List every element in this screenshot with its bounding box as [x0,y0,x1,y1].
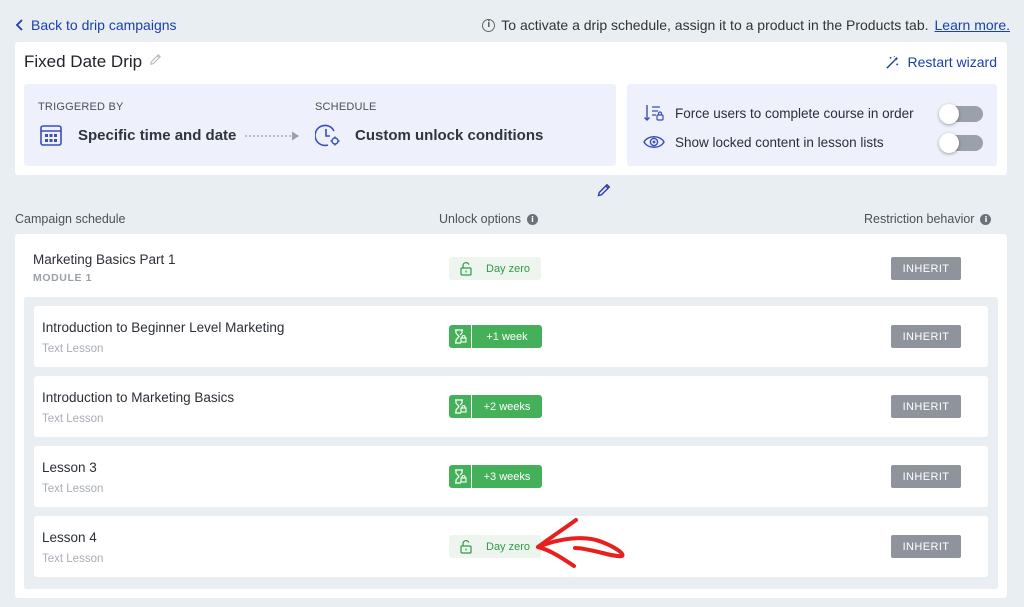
column-header-restriction: Restriction behavior i [864,212,992,226]
schedule-value: Custom unlock conditions [315,122,543,148]
lesson-row: Lesson 3 Text Lesson +3 weeks INHERIT [34,446,988,507]
module-unlock-label: Day zero [486,262,531,275]
column-header-unlock: Unlock options i [439,212,538,226]
sort-order-icon [644,105,664,121]
clock-settings-icon [315,124,340,147]
lesson-unlock-label: +1 week [472,325,542,348]
lesson-type: Text Lesson [42,553,104,565]
triggered-by-text: Specific time and date [78,126,237,144]
hourglass-lock-icon [455,399,467,414]
back-to-campaigns-link[interactable]: Back to drip campaigns [15,17,177,33]
lesson-unlock-delay[interactable]: +2 weeks [449,395,542,418]
lesson-title: Lesson 3 [42,460,97,475]
module-subtitle: MODULE 1 [33,272,93,284]
info-icon: i [482,18,496,32]
calendar-icon [40,125,62,146]
force-order-toggle[interactable] [939,104,983,124]
campaign-toggles-panel: Force users to complete course in order … [627,84,997,166]
chevron-left-icon [15,19,23,31]
lesson-unlock-label: Day zero [486,540,531,553]
toggle-label-force-order: Force users to complete course in order [675,105,914,121]
toggle-row-force-order: Force users to complete course in order [643,103,914,123]
lesson-row: Lesson 4 Text Lesson Day zero INHERIT [34,516,988,577]
info-note: i To activate a drip schedule, assign it… [482,17,1010,33]
annotation-arrow-icon [536,518,625,568]
info-text: To activate a drip schedule, assign it t… [501,17,929,33]
lesson-title: Introduction to Marketing Basics [42,390,235,405]
module-title: Marketing Basics Part 1 [33,252,176,267]
lesson-row: Introduction to Marketing Basics Text Le… [34,376,988,437]
lesson-list: Introduction to Beginner Level Marketing… [24,297,998,589]
module-unlock-day-zero[interactable]: Day zero [449,257,541,280]
lesson-type: Text Lesson [42,483,104,495]
toggle-row-show-locked: Show locked content in lesson lists [643,132,884,152]
lesson-row: Introduction to Beginner Level Marketing… [34,306,988,367]
campaign-schedule-table: Marketing Basics Part 1 MODULE 1 Day zer… [15,234,1007,598]
schedule-text: Custom unlock conditions [355,126,544,144]
edit-title-icon[interactable] [148,52,163,72]
module-row: Marketing Basics Part 1 MODULE 1 Day zer… [15,234,1007,297]
restart-wizard-button[interactable]: Restart wizard [885,54,997,70]
lesson-title: Lesson 4 [42,530,97,545]
toggle-label-show-locked: Show locked content in lesson lists [675,134,884,150]
title-row: Fixed Date Drip [24,52,163,72]
triggered-by-value: Specific time and date [38,122,236,148]
lesson-unlock-label: +2 weeks [472,395,542,418]
lesson-title: Introduction to Beginner Level Marketing [42,320,285,335]
eye-icon [643,136,665,148]
hourglass-lock-icon [455,469,467,484]
hourglass-lock-icon [455,329,467,344]
restriction-info-icon[interactable]: i [980,213,992,225]
back-link-label: Back to drip campaigns [31,17,177,33]
flow-arrow-icon [245,129,301,147]
module-inherit-button[interactable]: INHERIT [891,257,961,280]
schedule-label: SCHEDULE [315,101,377,113]
lesson-inherit-button[interactable]: INHERIT [891,535,961,558]
lesson-unlock-delay[interactable]: +3 weeks [449,465,542,488]
lesson-type: Text Lesson [42,343,104,355]
lesson-inherit-button[interactable]: INHERIT [891,325,961,348]
campaign-schedule-heading: Campaign schedule [15,212,126,226]
column-header-campaign: Campaign schedule [15,212,126,226]
lesson-unlock-day-zero[interactable]: Day zero [449,535,541,558]
unlock-icon [460,539,472,554]
trigger-summary-panel: TRIGGERED BY Specific time and date SCHE… [24,84,616,197]
show-locked-toggle[interactable] [939,133,983,153]
triggered-by-label: TRIGGERED BY [38,101,124,113]
top-bar: Back to drip campaigns i To activate a d… [15,14,1010,36]
page-title: Fixed Date Drip [24,52,143,71]
unlock-icon [460,261,472,276]
lesson-type: Text Lesson [42,413,104,425]
campaign-settings-card: Fixed Date Drip Restart wizard TRIGGERED… [15,42,1007,197]
restriction-behavior-heading: Restriction behavior [864,212,975,226]
unlock-options-heading: Unlock options [439,212,521,226]
lesson-inherit-button[interactable]: INHERIT [891,465,961,488]
lesson-unlock-delay[interactable]: +1 week [449,325,542,348]
learn-more-link[interactable]: Learn more. [935,17,1010,33]
magic-wand-icon [885,55,898,69]
restart-wizard-label: Restart wizard [907,54,997,70]
lesson-unlock-label: +3 weeks [472,465,542,488]
lesson-inherit-button[interactable]: INHERIT [891,395,961,418]
unlock-info-icon[interactable]: i [527,213,538,225]
edit-schedule-icon[interactable] [596,182,612,198]
